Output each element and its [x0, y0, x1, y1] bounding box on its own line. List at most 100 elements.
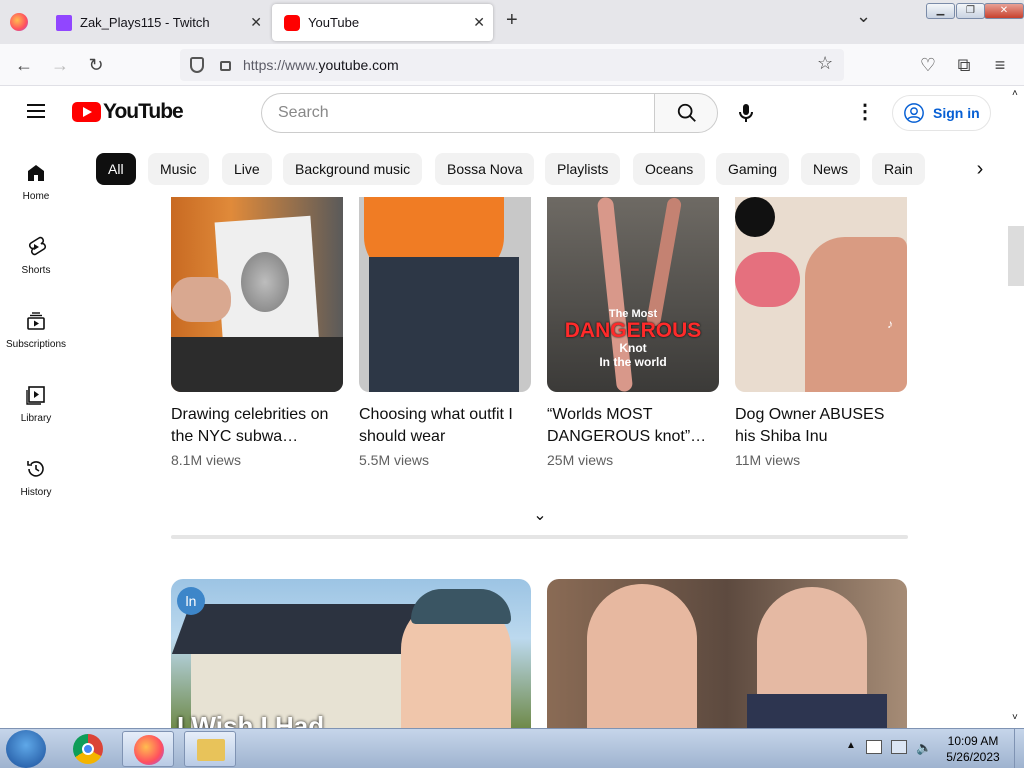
- chip-news[interactable]: News: [801, 153, 861, 185]
- chip-music[interactable]: Music: [148, 153, 209, 185]
- sidebar-item-library[interactable]: Library: [0, 383, 72, 424]
- tab-twitch[interactable]: Zak_Plays115 - Twitch ✕: [44, 4, 270, 41]
- chip-background-music[interactable]: Background music: [283, 153, 423, 185]
- view-count: 25M views: [547, 452, 614, 468]
- show-hidden-icons-icon[interactable]: ▲: [846, 740, 856, 751]
- scroll-up-icon[interactable]: ˄: [1012, 88, 1018, 99]
- shorts-thumbnail[interactable]: ♪: [735, 197, 907, 392]
- shorts-thumbnail[interactable]: [359, 197, 531, 392]
- taskbar-explorer[interactable]: [184, 731, 236, 767]
- chip-rain[interactable]: Rain: [872, 153, 925, 185]
- channel-logo-icon: ln: [177, 587, 205, 615]
- clock-time: 10:09 AM: [947, 734, 999, 748]
- chip-playlists[interactable]: Playlists: [545, 153, 621, 185]
- close-tab-icon[interactable]: ✕: [250, 14, 262, 31]
- youtube-logo-icon[interactable]: [72, 102, 101, 122]
- search-button[interactable]: [654, 93, 718, 133]
- sidebar-item-history[interactable]: History: [0, 457, 72, 498]
- show-more-chevron-icon[interactable]: ⌄: [530, 505, 550, 524]
- page-scrollbar[interactable]: ˄ ˅: [1008, 86, 1024, 728]
- shorts-card[interactable]: Drawing celebrities on the NYC subwa… 8.…: [171, 197, 343, 468]
- video-title[interactable]: Dog Owner ABUSES his Shiba Inu: [735, 404, 895, 448]
- settings-more-icon[interactable]: ⋮: [855, 100, 875, 124]
- search-input[interactable]: Search: [261, 93, 655, 133]
- view-count: 8.1M views: [171, 452, 242, 468]
- home-icon: [28, 165, 44, 181]
- network-icon[interactable]: [891, 740, 907, 754]
- suit: [747, 694, 887, 728]
- sidebar-item-shorts[interactable]: Shorts: [0, 235, 72, 276]
- extensions-icon[interactable]: ⧉: [952, 54, 976, 76]
- tab-title: Zak_Plays115 - Twitch: [80, 15, 210, 30]
- video-thumbnail[interactable]: ln I Wish I Had: [171, 579, 531, 728]
- browser-tab-bar: Zak_Plays115 - Twitch ✕ YouTube ✕ + ⌄ ▁ …: [0, 0, 1024, 44]
- video-title[interactable]: “Worlds MOST DANGEROUS knot”…: [547, 404, 707, 448]
- start-button[interactable]: [6, 730, 46, 768]
- overlay-line: DANGEROUS: [564, 319, 702, 342]
- taskbar-chrome[interactable]: [62, 731, 114, 767]
- scrollbar-thumb[interactable]: [1008, 226, 1024, 286]
- minimize-button[interactable]: ▁: [926, 3, 955, 19]
- chip-live[interactable]: Live: [222, 153, 272, 185]
- firefox-menu-icon[interactable]: [10, 13, 28, 31]
- chips-next-icon[interactable]: ›: [965, 153, 995, 185]
- url-bar[interactable]: https://www.youtube.com ☆: [180, 49, 844, 81]
- reload-icon[interactable]: ↻: [84, 54, 108, 76]
- chip-bossa-nova[interactable]: Bossa Nova: [435, 153, 535, 185]
- sidebar-item-subscriptions[interactable]: Subscriptions: [0, 309, 72, 350]
- back-icon[interactable]: ←: [12, 54, 36, 76]
- taskbar-firefox[interactable]: [122, 731, 174, 767]
- shorts-card[interactable]: The Most DANGEROUS Knot In the world “Wo…: [547, 197, 719, 468]
- chip-all[interactable]: All: [96, 153, 136, 185]
- history-icon: [27, 461, 44, 477]
- overlay-line: Knot: [619, 341, 647, 355]
- navigation-bar: ← → ↻ https://www.youtube.com ☆ ♡ ⧉ ≡: [0, 44, 1024, 86]
- shorts-card[interactable]: Choosing what outfit I should wear 5.5M …: [359, 197, 531, 468]
- video-thumbnail[interactable]: [547, 579, 907, 728]
- maximize-button[interactable]: ❐: [956, 3, 985, 19]
- sidebar-item-label: History: [20, 487, 52, 498]
- shorts-thumbnail[interactable]: [171, 197, 343, 392]
- lock-icon[interactable]: [220, 61, 231, 71]
- dog-nose: [735, 197, 775, 237]
- action-center-icon[interactable]: [866, 740, 882, 754]
- sidebar-item-label: Library: [20, 413, 52, 424]
- video-title[interactable]: Choosing what outfit I should wear: [359, 404, 519, 448]
- pocket-icon[interactable]: ♡: [916, 54, 940, 76]
- scroll-down-icon[interactable]: ˅: [1012, 712, 1018, 723]
- view-count: 5.5M views: [359, 452, 430, 468]
- system-clock[interactable]: 10:09 AM 5/26/2023: [940, 733, 1006, 765]
- chip-oceans[interactable]: Oceans: [633, 153, 706, 185]
- sidebar-item-label: Subscriptions: [5, 339, 67, 350]
- forward-icon[interactable]: →: [48, 54, 72, 76]
- jeans: [369, 257, 519, 392]
- sketch-face: [241, 252, 289, 312]
- sidebar-item-label: Home: [22, 191, 50, 202]
- shorts-thumbnail[interactable]: The Most DANGEROUS Knot In the world: [547, 197, 719, 392]
- dog-tongue: [735, 252, 800, 307]
- chip-gaming[interactable]: Gaming: [716, 153, 790, 185]
- voice-search-button[interactable]: [728, 94, 764, 132]
- show-desktop-button[interactable]: [1014, 729, 1024, 768]
- tracking-protection-icon[interactable]: [190, 57, 204, 73]
- video-title[interactable]: Drawing celebrities on the NYC subwa…: [171, 404, 331, 448]
- library-icon: [26, 386, 45, 405]
- shorts-card[interactable]: ♪ Dog Owner ABUSES his Shiba Inu 11M vie…: [735, 197, 907, 468]
- guide-menu-icon[interactable]: [27, 104, 45, 106]
- list-all-tabs-button[interactable]: ⌄: [856, 6, 871, 27]
- microphone-icon: [739, 104, 753, 122]
- tab-youtube[interactable]: YouTube ✕: [272, 4, 493, 41]
- youtube-logo-text[interactable]: YouTube: [103, 100, 184, 124]
- overlay-line: In the world: [599, 355, 667, 369]
- volume-icon[interactable]: 🔈: [916, 740, 932, 756]
- app-menu-icon[interactable]: ≡: [988, 54, 1012, 76]
- bookmark-star-icon[interactable]: ☆: [817, 53, 833, 74]
- cap: [411, 589, 511, 624]
- close-tab-icon[interactable]: ✕: [473, 14, 485, 31]
- new-tab-button[interactable]: +: [506, 9, 518, 32]
- sign-in-button[interactable]: Sign in: [892, 95, 991, 131]
- close-window-button[interactable]: ✕: [984, 3, 1024, 19]
- sidebar-item-home[interactable]: Home: [0, 161, 72, 202]
- search-icon: [677, 103, 696, 122]
- url-text[interactable]: https://www.youtube.com: [243, 57, 399, 73]
